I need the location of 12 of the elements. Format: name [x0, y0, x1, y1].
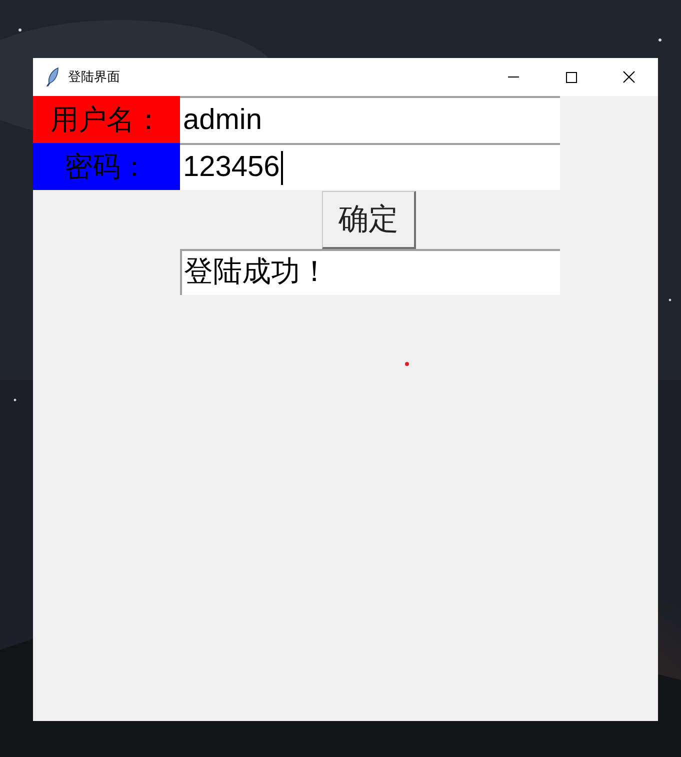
minimize-icon [508, 76, 518, 78]
close-icon [623, 71, 635, 83]
confirm-button[interactable]: 确定 [322, 191, 416, 249]
result-field: 登陆成功！ [180, 249, 560, 295]
maximize-icon [566, 72, 576, 82]
input-field[interactable]: admin [180, 96, 560, 143]
field-label: 密码： [33, 143, 180, 190]
dot-mark [405, 362, 409, 366]
input-field[interactable]: 123456 [180, 143, 560, 190]
field-label: 用户名： [33, 96, 180, 143]
feather-icon [46, 67, 60, 87]
window-title: 登陆界面 [68, 68, 120, 86]
